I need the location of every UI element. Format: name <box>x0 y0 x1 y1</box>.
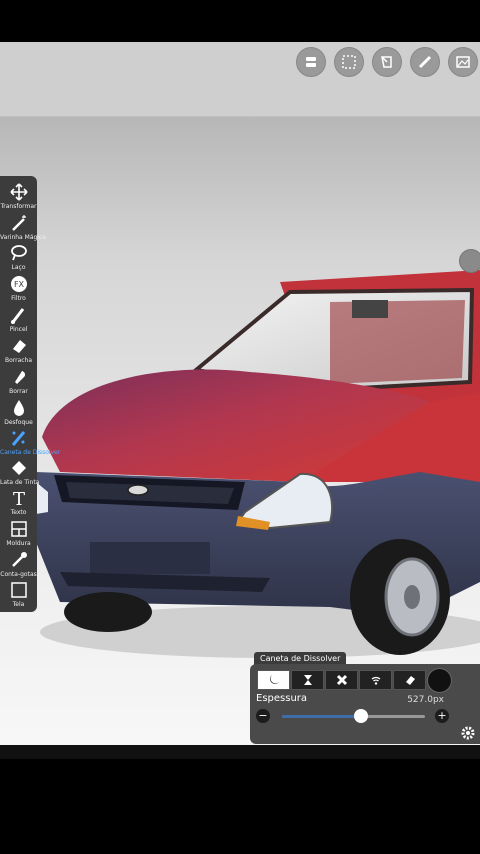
car-photo <box>36 270 480 658</box>
bucket-icon <box>11 461 26 475</box>
canvas-edge-handle[interactable] <box>459 249 480 273</box>
bottom-strip <box>0 745 480 759</box>
svg-text:FX: FX <box>13 280 24 289</box>
ruler-icon[interactable] <box>410 47 440 77</box>
tool-canvas[interactable]: Tela <box>0 580 37 608</box>
tool-label: Pincel <box>9 326 28 333</box>
tool-label: Conta-gotas <box>0 571 37 578</box>
mode-puzzle[interactable] <box>325 670 358 690</box>
adjust-icon[interactable] <box>372 47 402 77</box>
tool-label: Tela <box>12 601 25 608</box>
puzzle-icon <box>336 674 347 686</box>
tool-label: Caneta de Dissolver <box>0 449 61 456</box>
text-icon: T <box>12 489 24 508</box>
tool-magic-wand[interactable]: Varinha Mágica <box>0 213 46 241</box>
tool-eyedropper[interactable]: Conta-gotas <box>0 550 37 578</box>
status-bar <box>0 0 480 42</box>
tool-label: Texto <box>10 509 27 516</box>
dissolve-mode-group <box>257 670 426 690</box>
tool-label: Desfoque <box>4 419 33 426</box>
svg-text:T: T <box>12 489 24 508</box>
dissolve-pen-icon <box>11 431 25 446</box>
wave-icon <box>371 676 380 685</box>
tool-text[interactable]: T Texto <box>0 488 37 516</box>
eraser-icon <box>12 340 26 353</box>
tool-bucket[interactable]: Lata de Tinta <box>0 458 40 486</box>
magic-wand-icon <box>11 215 26 231</box>
blur-icon <box>13 400 24 416</box>
tool-frame[interactable]: Moldura <box>0 519 37 547</box>
tool-label: Varinha Mágica <box>0 234 46 241</box>
layers-icon[interactable] <box>296 47 326 77</box>
size-value: 527.0px <box>407 695 444 705</box>
mode-wave[interactable] <box>359 670 392 690</box>
size-increase-button[interactable]: + <box>435 709 449 723</box>
move-icon <box>9 183 28 201</box>
tool-label: Lata de Tinta <box>0 479 40 486</box>
tool-label: Transformar <box>0 203 37 210</box>
tool-label: Borracha <box>4 357 33 364</box>
gear-icon[interactable] <box>460 725 476 741</box>
mode-hourglass[interactable] <box>291 670 324 690</box>
brush-panel: Espessura 527.0px − + <box>250 664 480 744</box>
tool-label: Filtro <box>11 295 26 302</box>
size-slider-thumb[interactable] <box>353 709 368 723</box>
left-toolbar: Transformar Varinha Mágica Laço FX Filtr… <box>0 176 61 612</box>
tool-blur[interactable]: Desfoque <box>0 398 37 426</box>
gallery-icon[interactable] <box>448 47 478 77</box>
smudge-icon <box>14 371 25 384</box>
canvas[interactable] <box>0 42 480 745</box>
mode-moon[interactable] <box>257 670 290 690</box>
tool-filter[interactable]: FX Filtro <box>0 274 37 302</box>
hourglass-icon <box>303 675 312 685</box>
tool-label: Laço <box>11 264 26 271</box>
tool-label: Moldura <box>6 540 31 547</box>
eraser-icon <box>405 676 415 685</box>
size-slider[interactable] <box>282 709 425 723</box>
size-slider-fill <box>282 715 361 718</box>
size-label: Espessura <box>256 693 308 704</box>
tool-transform[interactable]: Transformar <box>0 182 37 210</box>
moon-icon <box>269 675 279 684</box>
tool-smudge[interactable]: Borrar <box>0 367 37 395</box>
tool-label: Borrar <box>9 388 28 395</box>
selection-icon[interactable] <box>334 47 364 77</box>
tool-brush[interactable]: Pincel <box>0 305 37 333</box>
brush-icon <box>10 308 24 324</box>
tool-lasso[interactable]: Laço <box>0 243 37 271</box>
navigation-area <box>0 759 480 854</box>
tool-eraser[interactable]: Borracha <box>0 336 37 364</box>
size-decrease-button[interactable]: − <box>256 709 270 723</box>
fx-icon: FX <box>10 276 27 292</box>
frame-icon <box>10 521 27 537</box>
lasso-icon <box>10 245 27 261</box>
mode-eraser[interactable] <box>393 670 426 690</box>
canvas-icon <box>10 582 27 598</box>
dissolve-toggle-icon[interactable] <box>427 668 452 693</box>
top-toolbar <box>296 47 478 77</box>
tool-dissolve-pen[interactable]: Caneta de Dissolver <box>0 428 61 456</box>
eyedropper-icon <box>11 552 27 567</box>
